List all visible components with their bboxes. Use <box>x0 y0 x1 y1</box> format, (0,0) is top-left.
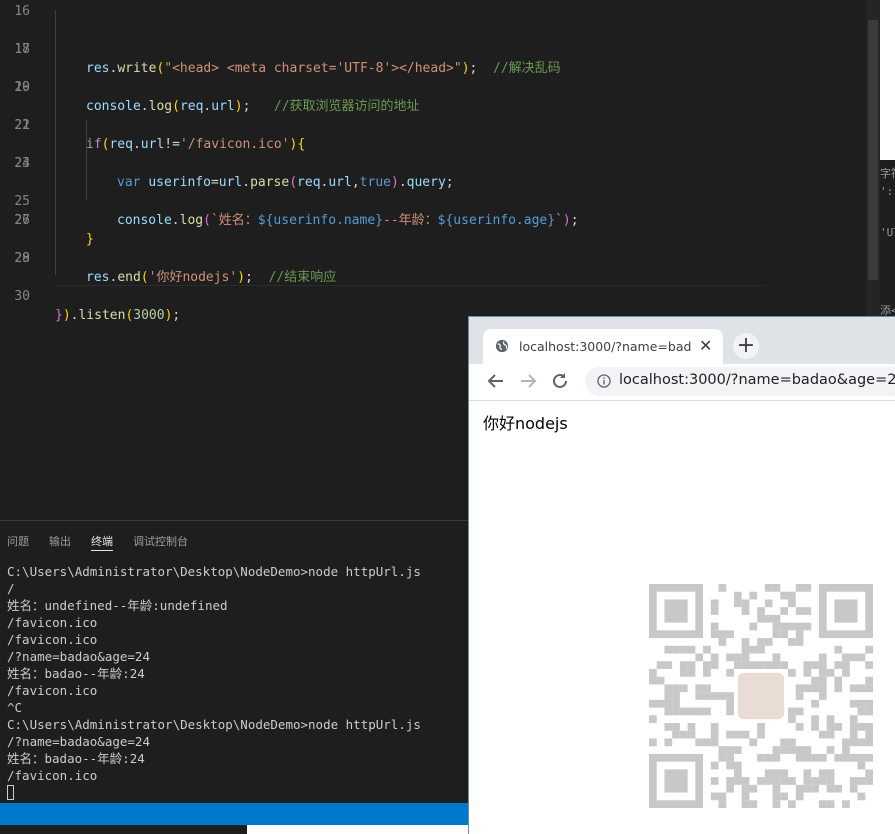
forward-arrow-icon[interactable] <box>517 370 539 392</box>
terminal-line: /?name=badao&age=24 <box>7 734 150 749</box>
terminal-line: /favicon.ico <box>7 632 98 647</box>
token: url <box>218 175 243 190</box>
code-line-19: 19 console.log(req.url); //获取浏览器访问的地址 <box>0 59 419 114</box>
terminal-line: /favicon.ico <box>7 615 98 630</box>
tab-output[interactable]: 输出 <box>49 533 71 549</box>
code-comment: //解决乱码 <box>493 61 561 76</box>
token: ${userinfo.age} <box>437 213 556 228</box>
back-arrow-icon[interactable] <box>485 370 507 392</box>
token: "<head> <meta charset='UTF-8'></head>" <box>164 61 462 76</box>
address-bar[interactable]: localhost:3000/?name=badao&age=24 <box>585 367 895 396</box>
terminal-line: /?name=badao&age=24 <box>7 649 150 664</box>
code-line-17: 17 res.write("<head> <meta charset='UTF-… <box>0 21 560 76</box>
terminal-line: /favicon.ico <box>7 683 98 698</box>
terminal-line: 姓名：badao--年龄:24 <box>7 666 145 681</box>
token: parse <box>250 175 290 190</box>
terminal-output[interactable]: C:\Users\Administrator\Desktop\NodeDemo>… <box>7 563 421 801</box>
token: url <box>328 175 352 190</box>
ghost-text: 字符 <box>880 167 895 180</box>
token: req <box>297 175 321 190</box>
token: != <box>164 137 180 152</box>
token: userinfo <box>148 175 211 190</box>
token: url <box>211 99 235 114</box>
ghost-text: ': <box>880 185 894 198</box>
token: log <box>179 213 204 228</box>
globe-icon <box>495 339 509 353</box>
token: listen <box>78 308 126 323</box>
token: res <box>86 61 110 76</box>
code-line-30: 30 }).listen(3000); <box>0 268 180 323</box>
terminal-line: / <box>7 581 15 596</box>
token: console <box>117 213 172 228</box>
reload-icon[interactable] <box>549 370 571 392</box>
token: var <box>117 175 141 190</box>
close-icon[interactable]: ✕ <box>699 336 712 355</box>
qr-code-image <box>649 584 873 808</box>
scrollbar-thumb[interactable] <box>868 20 878 280</box>
line-number: 22 <box>14 118 30 133</box>
code-line-25: 25 console.log(`姓名：${userinfo.name}--年龄：… <box>0 173 578 228</box>
token: req <box>179 99 204 114</box>
token: --年龄： <box>383 213 438 228</box>
tab-problems[interactable]: 问题 <box>7 533 29 549</box>
ghost-text: 'UT <box>880 226 895 239</box>
browser-window: localhost:3000/?name=badao& ✕ + localhos… <box>468 316 895 834</box>
token: req <box>109 137 133 152</box>
new-tab-button[interactable]: + <box>733 333 759 359</box>
code-line-28: 28 res.end('你好nodejs'); //结束响应 <box>0 230 336 285</box>
browser-tab-strip: localhost:3000/?name=badao& ✕ + <box>469 317 895 364</box>
token: url <box>140 137 165 152</box>
token: log <box>148 99 173 114</box>
token: '你好nodejs' <box>148 270 238 285</box>
status-bar <box>0 803 470 825</box>
line-number: 24 <box>14 156 30 171</box>
line-number: 30 <box>14 289 30 304</box>
line-number: 16 <box>14 4 30 19</box>
token: '/favicon.ico' <box>179 137 290 152</box>
token: console <box>86 99 141 114</box>
indent-guide <box>86 120 87 200</box>
terminal-line: 姓名：undefined--年龄:undefined <box>7 598 228 613</box>
panel-tabs: 问题 输出 终端 调试控制台 <box>0 521 470 557</box>
token: write <box>117 61 157 76</box>
tab-terminal[interactable]: 终端 <box>91 533 113 551</box>
token: 3000 <box>133 308 165 323</box>
code-comment: //结束响应 <box>268 270 337 285</box>
terminal-line: /favicon.ico <box>7 768 98 783</box>
tab-title: localhost:3000/?name=badao& <box>519 339 691 354</box>
token: res <box>86 270 110 285</box>
tab-debug-console[interactable]: 调试控制台 <box>133 533 188 549</box>
page-content-text: 你好nodejs <box>483 414 568 433</box>
line-number: 18 <box>14 42 30 57</box>
pane-strip <box>880 0 895 160</box>
indent-guide <box>55 10 56 275</box>
terminal-cursor <box>7 785 14 800</box>
info-icon[interactable] <box>597 374 611 388</box>
code-line-26: 26 } <box>0 192 93 247</box>
browser-toolbar: localhost:3000/?name=badao&age=24 <box>469 364 895 401</box>
line-number: 29 <box>14 251 30 266</box>
terminal-line: C:\Users\Administrator\Desktop\NodeDemo>… <box>7 564 421 579</box>
line-number: 27 <box>14 213 30 228</box>
token: end <box>117 270 141 285</box>
browser-tab[interactable]: localhost:3000/?name=badao& ✕ <box>483 329 723 364</box>
token: ` <box>555 213 563 228</box>
token: true <box>359 175 391 190</box>
code-line-21: 21 if(req.url!='/favicon.ico'){ <box>0 97 305 152</box>
token: ${userinfo.name} <box>257 213 383 228</box>
token: if <box>86 137 102 152</box>
terminal-line: 姓名：badao--年龄:24 <box>7 751 145 766</box>
terminal-line: C:\Users\Administrator\Desktop\NodeDemo>… <box>7 717 421 732</box>
url-text: localhost:3000/?name=badao&age=24 <box>619 372 895 388</box>
code-line-23: 23 var userinfo=url.parse(req.url,true).… <box>0 135 453 190</box>
token: `姓名： <box>210 213 258 228</box>
taskbar-segment <box>247 825 472 834</box>
line-number: 20 <box>14 80 30 95</box>
bottom-panel: 问题 输出 终端 调试控制台 C:\Users\Administrator\De… <box>0 520 470 804</box>
code-comment: //获取浏览器访问的地址 <box>273 99 420 114</box>
token: query <box>406 175 446 190</box>
terminal-line: ^C <box>7 700 23 715</box>
